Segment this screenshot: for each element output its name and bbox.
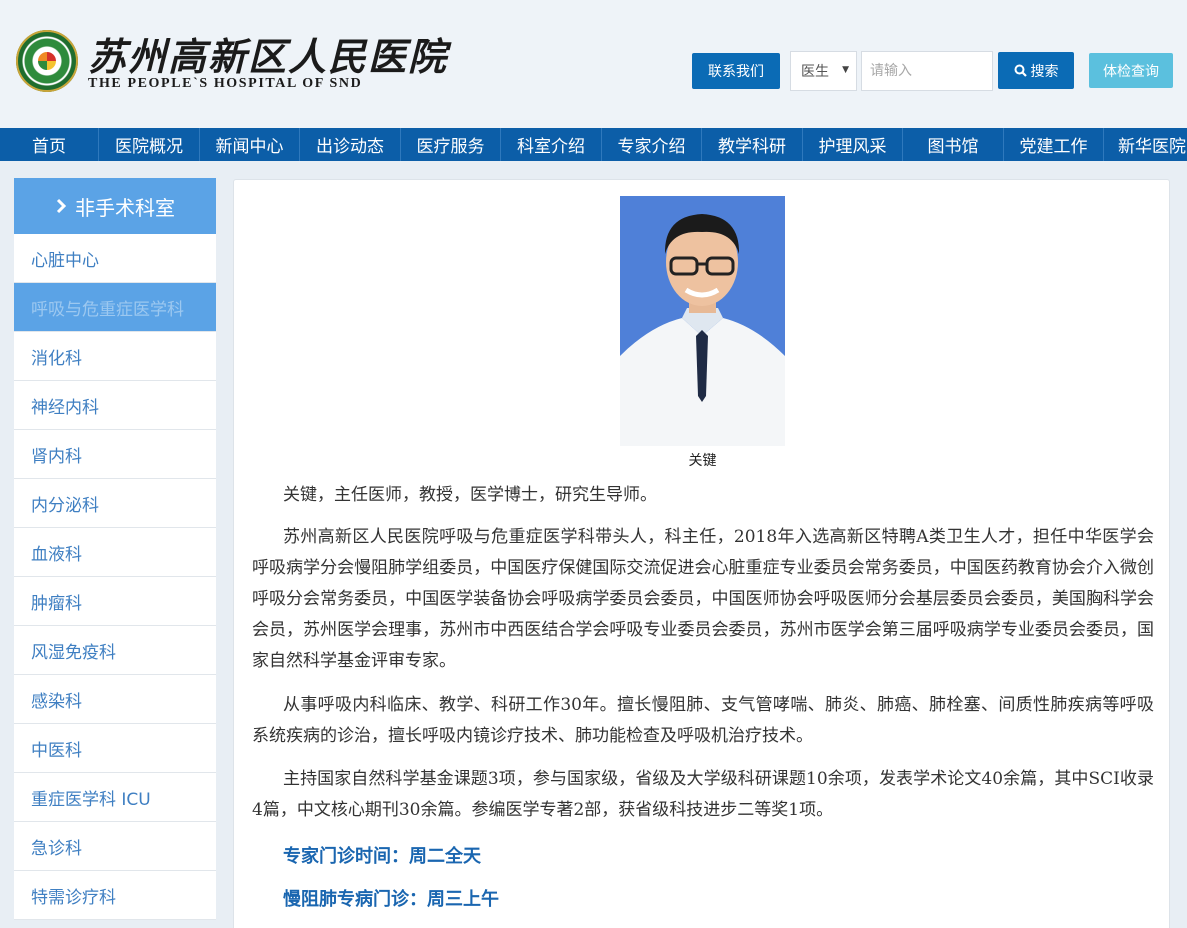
nav-item-home[interactable]: 首页 <box>0 128 99 161</box>
nav-item-nursing[interactable]: 护理风采 <box>803 128 903 161</box>
search-button[interactable]: 搜索 <box>998 52 1074 89</box>
nav-item-research[interactable]: 教学科研 <box>702 128 803 161</box>
nav-item-schedule[interactable]: 出诊动态 <box>300 128 401 161</box>
nav-item-library[interactable]: 图书馆 <box>903 128 1004 161</box>
sidebar-title: 非手术科室 <box>75 195 175 220</box>
sidebar-item-neurology[interactable]: 神经内科 <box>14 381 216 430</box>
contact-us-button[interactable]: 联系我们 <box>692 53 780 89</box>
search-icon <box>1014 64 1027 77</box>
hospital-name-en[interactable]: THE PEOPLE`S HOSPITAL OF SND <box>88 76 362 92</box>
sidebar-item-emergency[interactable]: 急诊科 <box>14 822 216 871</box>
sidebar-item-oncology[interactable]: 肿瘤科 <box>14 577 216 626</box>
doctor-expertise: 从事呼吸内科临床、教学、科研工作30年。擅长慢阻肺、支气管哮喘、肺炎、肺癌、肺栓… <box>252 695 1154 746</box>
doctor-positions: 苏州高新区人民医院呼吸与危重症医学科带头人，科主任，2018年入选高新区特聘A类… <box>252 527 1154 671</box>
main-nav: 首页 医院概况 新闻中心 出诊动态 医疗服务 科室介绍 专家介绍 教学科研 护理… <box>0 128 1187 161</box>
nav-item-party[interactable]: 党建工作 <box>1004 128 1104 161</box>
sidebar-item-gastro[interactable]: 消化科 <box>14 332 216 381</box>
doctor-profile: 关键 关键，主任医师，教授，医学博士，研究生导师。 苏州高新区人民医院呼吸与危重… <box>233 179 1170 928</box>
nav-item-services[interactable]: 医疗服务 <box>401 128 501 161</box>
nav-item-experts[interactable]: 专家介绍 <box>602 128 702 161</box>
nav-item-departments[interactable]: 科室介绍 <box>501 128 602 161</box>
doctor-research: 主持国家自然科学基金课题3项，参与国家级，省级及大学级科研课题10余项，发表学术… <box>252 769 1154 820</box>
sidebar-item-nephrology[interactable]: 肾内科 <box>14 430 216 479</box>
sidebar-item-rheumatology[interactable]: 风湿免疫科 <box>14 626 216 675</box>
hospital-logo-icon[interactable] <box>16 30 78 92</box>
doctor-photo <box>620 196 785 446</box>
sidebar-item-icu[interactable]: 重症医学科 ICU <box>14 773 216 822</box>
search-type-value: 医生 <box>801 64 829 80</box>
nav-item-news[interactable]: 新闻中心 <box>200 128 300 161</box>
copd-clinic-time: 慢阻肺专病门诊：周三上午 <box>283 889 499 910</box>
sidebar-header: 非手术科室 <box>14 178 216 234</box>
clinic-time: 专家门诊时间：周二全天 <box>283 846 481 867</box>
sidebar-item-infection[interactable]: 感染科 <box>14 675 216 724</box>
department-sidebar: 非手术科室 心脏中心 呼吸与危重症医学科 消化科 神经内科 肾内科 内分泌科 血… <box>14 178 216 920</box>
sidebar-item-hematology[interactable]: 血液科 <box>14 528 216 577</box>
sidebar-item-heart-center[interactable]: 心脏中心 <box>14 234 216 283</box>
hospital-name-cn[interactable]: 苏州高新区人民医院 <box>88 26 448 81</box>
sidebar-item-endocrinology[interactable]: 内分泌科 <box>14 479 216 528</box>
checkup-query-button[interactable]: 体检查询 <box>1089 53 1173 88</box>
sidebar-item-special-care[interactable]: 特需诊疗科 <box>14 871 216 920</box>
search-button-label: 搜索 <box>1030 63 1059 80</box>
sidebar-item-tcm[interactable]: 中医科 <box>14 724 216 773</box>
search-input[interactable] <box>861 51 993 91</box>
nav-item-overview[interactable]: 医院概况 <box>99 128 200 161</box>
dropdown-arrow-icon: ▼ <box>842 65 849 75</box>
site-header: 苏州高新区人民医院 THE PEOPLE`S HOSPITAL OF SND 联… <box>0 0 1187 128</box>
chevron-right-icon <box>56 198 67 214</box>
sidebar-item-respiratory[interactable]: 呼吸与危重症医学科 <box>14 283 216 332</box>
nav-item-xinhua[interactable]: 新华医院 <box>1104 128 1187 161</box>
doctor-name-caption: 关键 <box>688 453 717 469</box>
doctor-intro: 关键，主任医师，教授，医学博士，研究生导师。 <box>283 485 657 505</box>
search-type-select[interactable]: 医生 ▼ <box>790 51 857 91</box>
